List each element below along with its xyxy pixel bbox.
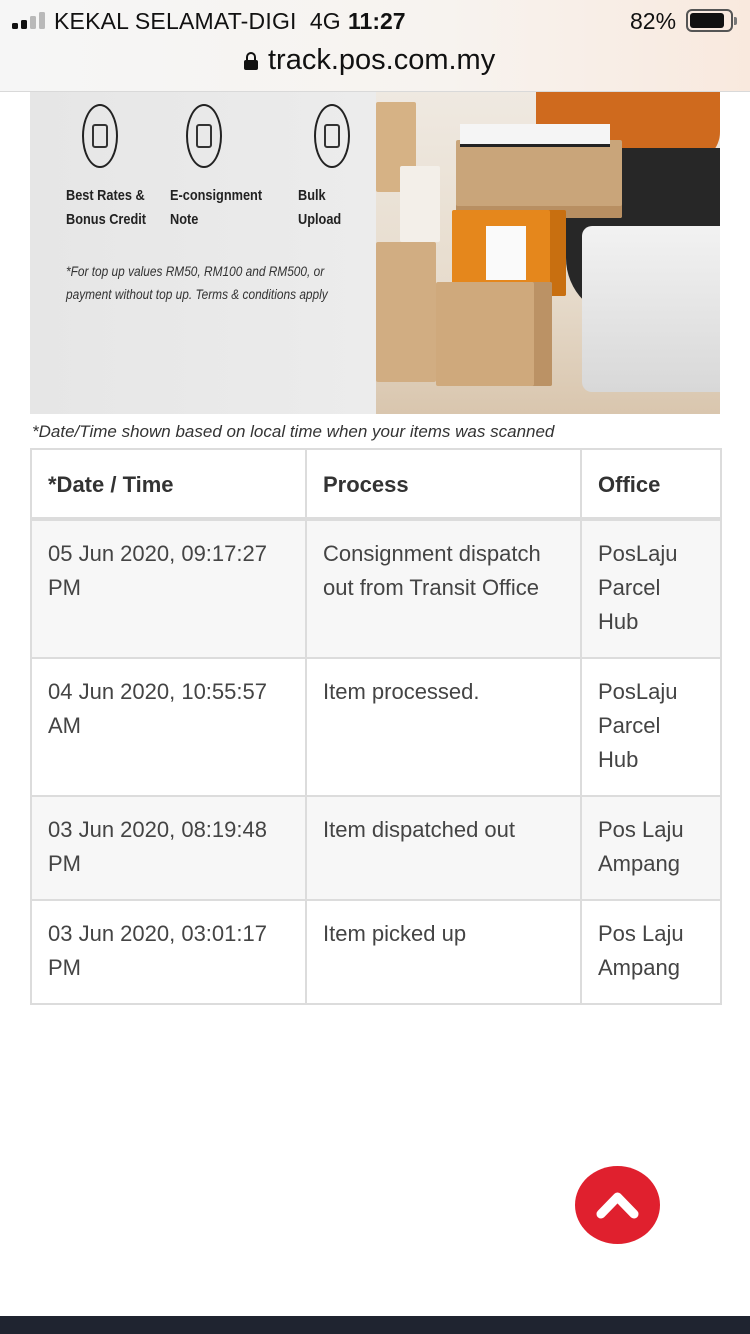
banner-footnote: *For top up values RM50, RM100 and RM500…	[66, 264, 328, 302]
url-text[interactable]: track.pos.com.my	[268, 44, 495, 77]
table-row: 05 Jun 2020, 09:17:27 PM Consignment dis…	[30, 518, 722, 659]
cell-date-time: 03 Jun 2020, 03:01:17 PM	[30, 899, 307, 1005]
tracking-table: *Date / Time Process Office 05 Jun 2020,…	[30, 448, 722, 1005]
cell-date-time: 04 Jun 2020, 10:55:57 AM	[30, 657, 307, 797]
table-row: 03 Jun 2020, 03:01:17 PM Item picked up …	[30, 899, 722, 1005]
cell-date-time: 05 Jun 2020, 09:17:27 PM	[30, 518, 307, 659]
status-time: 11:27	[348, 8, 406, 34]
cell-process: Item processed.	[305, 657, 582, 797]
carrier-name: KEKAL SELAMAT-DIGI 4G	[54, 8, 341, 34]
cell-process: Item dispatched out	[305, 795, 582, 901]
footer-bar	[0, 1316, 750, 1334]
column-header-date-time: *Date / Time	[30, 448, 307, 521]
column-header-process: Process	[305, 448, 582, 521]
network-type: 4G	[309, 8, 341, 34]
table-header-row: *Date / Time Process Office	[30, 448, 722, 521]
scroll-to-top-button[interactable]	[575, 1166, 660, 1244]
cell-process: Consignment dispatch out from Transit Of…	[305, 518, 582, 659]
feature-best-rates: Best Rates & Bonus Credit	[66, 104, 176, 232]
parcel-photo	[376, 92, 720, 414]
table-row: 03 Jun 2020, 08:19:48 PM Item dispatched…	[30, 795, 722, 901]
chevron-up-icon	[596, 1192, 639, 1219]
table-row: 04 Jun 2020, 10:55:57 AM Item processed.…	[30, 657, 722, 797]
cell-date-time: 03 Jun 2020, 08:19:48 PM	[30, 795, 307, 901]
address-bar[interactable]: track.pos.com.my	[0, 40, 750, 84]
cell-office: PosLaju Parcel Hub	[580, 657, 722, 797]
signal-strength-icon	[12, 12, 48, 29]
cell-office: Pos Laju Ampang	[580, 795, 722, 901]
status-bar: KEKAL SELAMAT-DIGI 4G 11:27 82%	[0, 0, 750, 40]
lock-icon	[244, 52, 258, 70]
cell-office: PosLaju Parcel Hub	[580, 518, 722, 659]
cell-office: Pos Laju Ampang	[580, 899, 722, 1005]
battery-percentage: 82%	[630, 8, 677, 34]
money-hand-icon	[82, 104, 118, 168]
promo-banner[interactable]: Best Rates & Bonus Credit E-consignment …	[30, 92, 720, 414]
upload-file-icon	[314, 104, 350, 168]
browser-chrome: KEKAL SELAMAT-DIGI 4G 11:27 82% track.po…	[0, 0, 750, 92]
feature-label: E-consignment Note	[170, 187, 263, 228]
document-scan-icon	[186, 104, 222, 168]
battery-icon	[686, 9, 737, 32]
column-header-office: Office	[580, 448, 722, 521]
cell-process: Item picked up	[305, 899, 582, 1005]
feature-e-consignment: E-consignment Note	[170, 104, 280, 232]
scan-time-note: *Date/Time shown based on local time whe…	[32, 422, 555, 441]
feature-label: Best Rates & Bonus Credit	[66, 187, 147, 228]
